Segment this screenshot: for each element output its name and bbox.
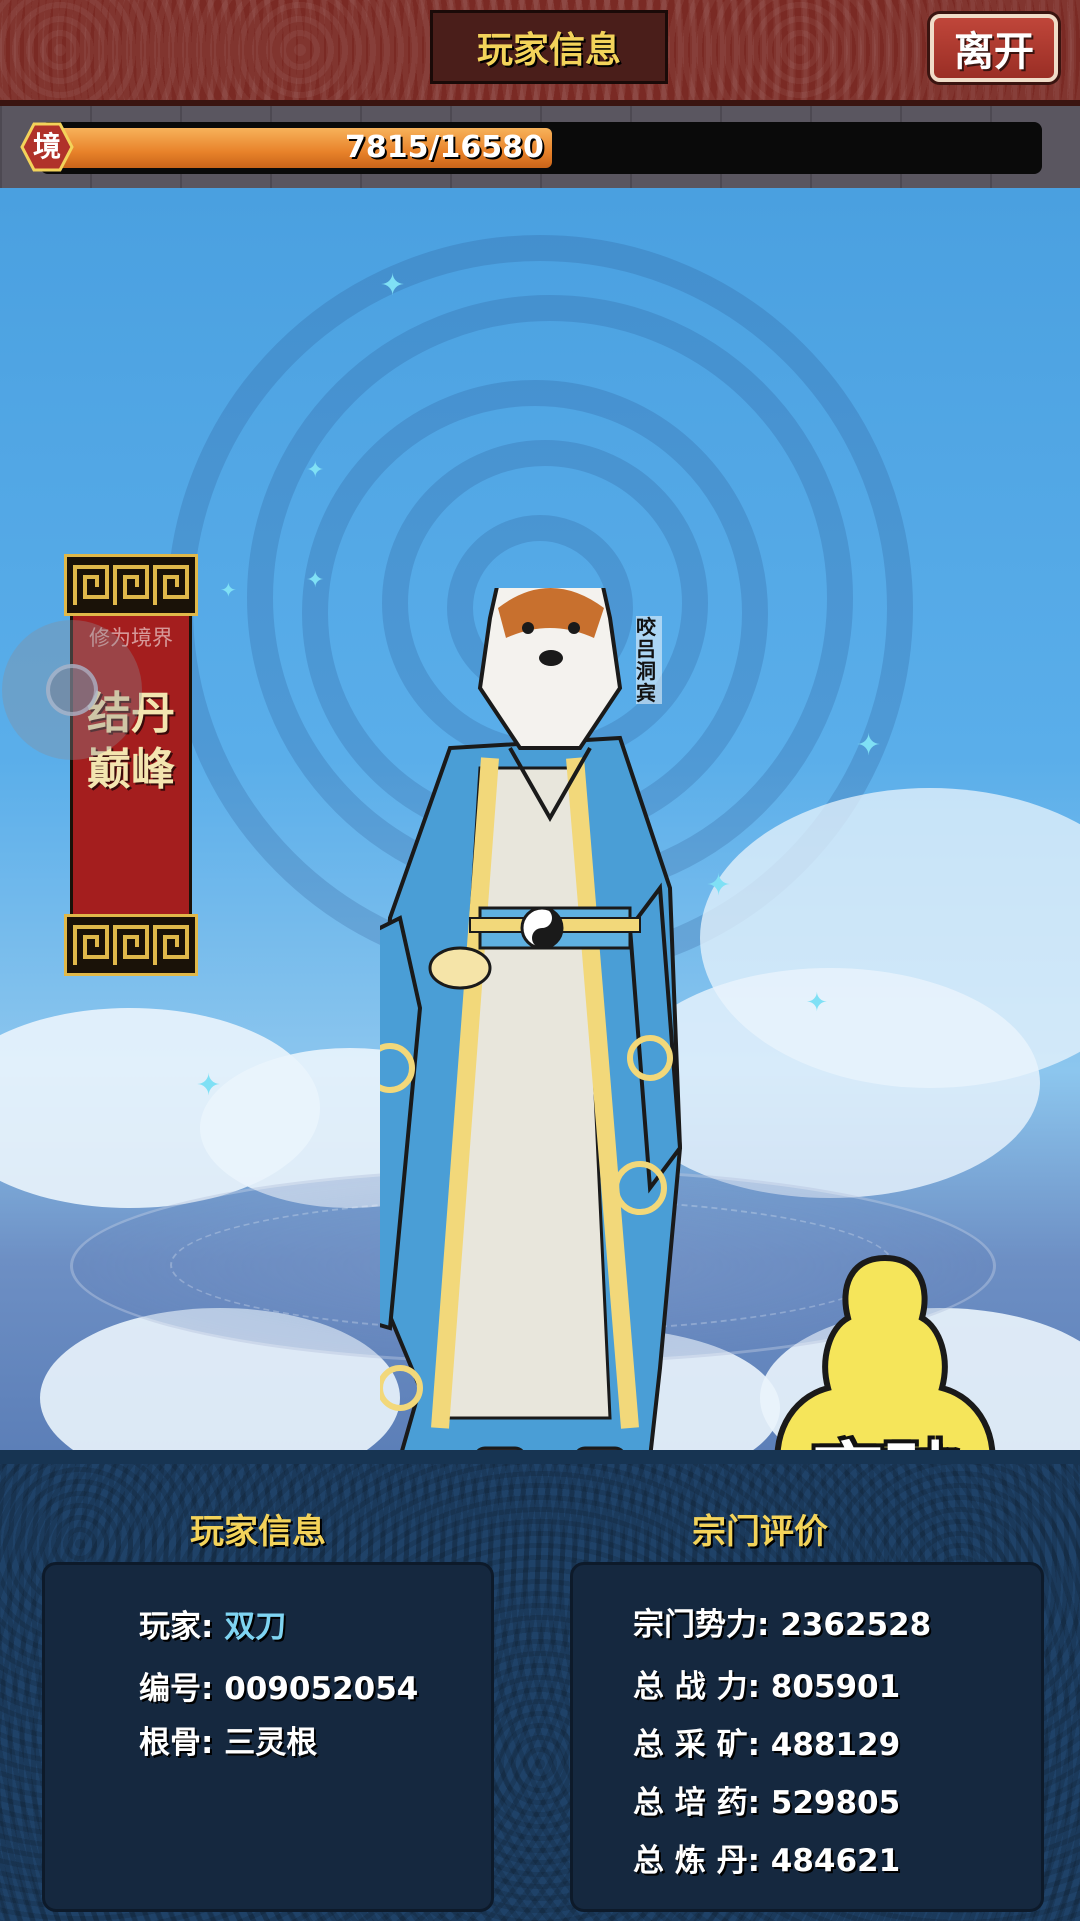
sect-rating-row: 总 战 力: 805901	[633, 1661, 900, 1706]
sect-rating-value: 805901	[770, 1669, 901, 1705]
sect-rating-card: 宗门势力: 2362528 总 战 力: 805901 总 采 矿: 48812…	[570, 1562, 1044, 1912]
realm-badge-label: 境	[32, 130, 61, 163]
cultivation-progress-text: 7815/16580	[345, 130, 544, 165]
sparkle-icon: ✦	[856, 728, 882, 763]
sect-rating-row: 总 采 矿: 488129	[633, 1719, 900, 1764]
player-id-row: 编号: 009052054	[139, 1663, 418, 1708]
sect-rating-label: 宗门势力:	[633, 1607, 770, 1643]
sect-rating-label: 总 采 矿:	[633, 1727, 760, 1763]
sect-rating-row: 总 炼 丹: 484621	[633, 1835, 900, 1880]
realm-badge-icon: 境	[20, 122, 74, 172]
sect-rating-value: 2362528	[780, 1607, 932, 1643]
sect-rating-value: 488129	[770, 1727, 901, 1763]
player-info-heading: 玩家信息	[190, 1512, 326, 1552]
page-title: 玩家信息	[430, 10, 668, 84]
scroll-top-ornament	[64, 554, 198, 616]
sect-rating-value: 529805	[770, 1785, 901, 1821]
player-name-label: 玩家:	[139, 1609, 214, 1645]
cultivation-progress-strip: 7815/16580	[0, 106, 1080, 188]
player-id-label: 编号:	[139, 1671, 214, 1707]
top-bar: 玩家信息 离开	[0, 0, 1080, 106]
sparkle-icon: ✦	[806, 988, 828, 1018]
breakthrough-button[interactable]: 突破	[770, 1248, 1000, 1450]
sparkle-icon: ✦	[306, 568, 325, 593]
sect-rating-label: 总 培 药:	[633, 1785, 760, 1821]
player-id-value: 009052054	[224, 1671, 419, 1707]
sparkle-icon: ✦	[196, 1068, 222, 1103]
player-root-value: 三灵根	[224, 1725, 318, 1761]
sparkle-icon: ✦	[306, 458, 325, 483]
player-root-row: 根骨: 三灵根	[139, 1717, 317, 1762]
player-name-row: 玩家: 双刀	[139, 1601, 286, 1646]
joystick-knob[interactable]	[46, 664, 98, 716]
sect-rating-value: 484621	[770, 1843, 901, 1879]
player-info-card: 玩家: 双刀 编号: 009052054 根骨: 三灵根	[42, 1562, 494, 1912]
scroll-bottom-ornament	[64, 914, 198, 976]
virtual-joystick-icon[interactable]	[2, 620, 142, 760]
cultivation-progress-bar: 7815/16580	[40, 122, 1042, 174]
player-root-label: 根骨:	[139, 1725, 214, 1761]
npc-name-label: 咬吕洞宾	[636, 616, 662, 704]
breakthrough-label: 突破	[770, 1418, 1000, 1450]
realm-scroll: 修为境界 结丹巅峰	[64, 554, 198, 976]
character-sprite[interactable]	[380, 588, 700, 1450]
leave-button[interactable]: 离开	[930, 14, 1058, 82]
info-panel: 玩家信息 宗门评价 玩家: 双刀 编号: 009052054 根骨: 三灵根 宗…	[0, 1450, 1080, 1921]
sect-rating-label: 总 战 力:	[633, 1669, 760, 1705]
sect-rating-row: 宗门势力: 2362528	[633, 1599, 931, 1644]
player-name-value: 双刀	[224, 1609, 287, 1645]
sparkle-icon: ✦	[706, 868, 732, 903]
sect-rating-row: 总 培 药: 529805	[633, 1777, 900, 1822]
character-scene: ✦ ✦ ✦ ✦ ✦ ✦ ✦ ✦ ✦ ✦ 修为境界 结丹巅峰	[0, 188, 1080, 1450]
sparkle-icon: ✦	[380, 268, 406, 303]
sect-rating-label: 总 炼 丹:	[633, 1843, 760, 1879]
sparkle-icon: ✦	[220, 578, 237, 602]
sect-rating-heading: 宗门评价	[692, 1512, 828, 1552]
